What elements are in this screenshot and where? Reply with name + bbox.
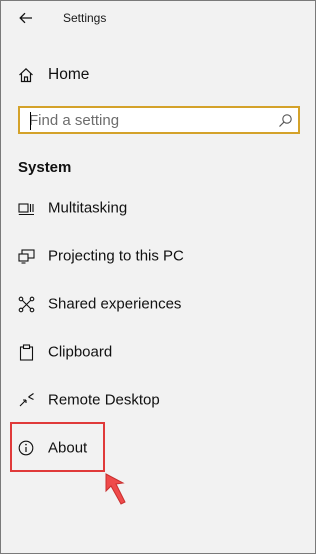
settings-window: Settings Home System Multitasking: [0, 0, 316, 554]
sidebar-item-multitasking[interactable]: Multitasking: [1, 188, 315, 228]
search-icon[interactable]: [278, 113, 293, 128]
multitasking-icon: [17, 199, 35, 217]
search-box[interactable]: [18, 106, 300, 134]
sidebar-item-clipboard[interactable]: Clipboard: [1, 332, 315, 372]
text-caret: [30, 112, 31, 130]
back-arrow-icon: [19, 12, 32, 24]
home-icon: [17, 66, 35, 84]
home-label: Home: [48, 66, 90, 83]
sidebar-item-remote-desktop[interactable]: Remote Desktop: [1, 380, 315, 420]
sidebar-item-label: Multitasking: [48, 199, 128, 217]
sidebar-item-projecting[interactable]: Projecting to this PC: [1, 236, 315, 276]
remote-desktop-icon: [17, 391, 35, 409]
back-button[interactable]: [13, 7, 39, 29]
sidebar-item-label: Clipboard: [48, 343, 113, 361]
search-input[interactable]: [29, 111, 269, 129]
section-header-system: System: [18, 159, 72, 176]
pointer-arrow-annotation: [101, 471, 131, 511]
sidebar-item-label: Remote Desktop: [48, 391, 160, 409]
sidebar-item-shared-experiences[interactable]: Shared experiences: [1, 284, 315, 324]
highlight-annotation: [10, 422, 105, 472]
title-bar: Settings: [1, 1, 315, 37]
window-title: Settings: [63, 11, 107, 25]
home-nav-item[interactable]: Home: [1, 55, 315, 95]
sidebar-item-label: Shared experiences: [48, 295, 182, 313]
clipboard-icon: [17, 343, 35, 361]
projecting-icon: [17, 247, 35, 265]
sidebar-item-label: Projecting to this PC: [48, 247, 184, 265]
shared-experiences-icon: [17, 295, 35, 313]
